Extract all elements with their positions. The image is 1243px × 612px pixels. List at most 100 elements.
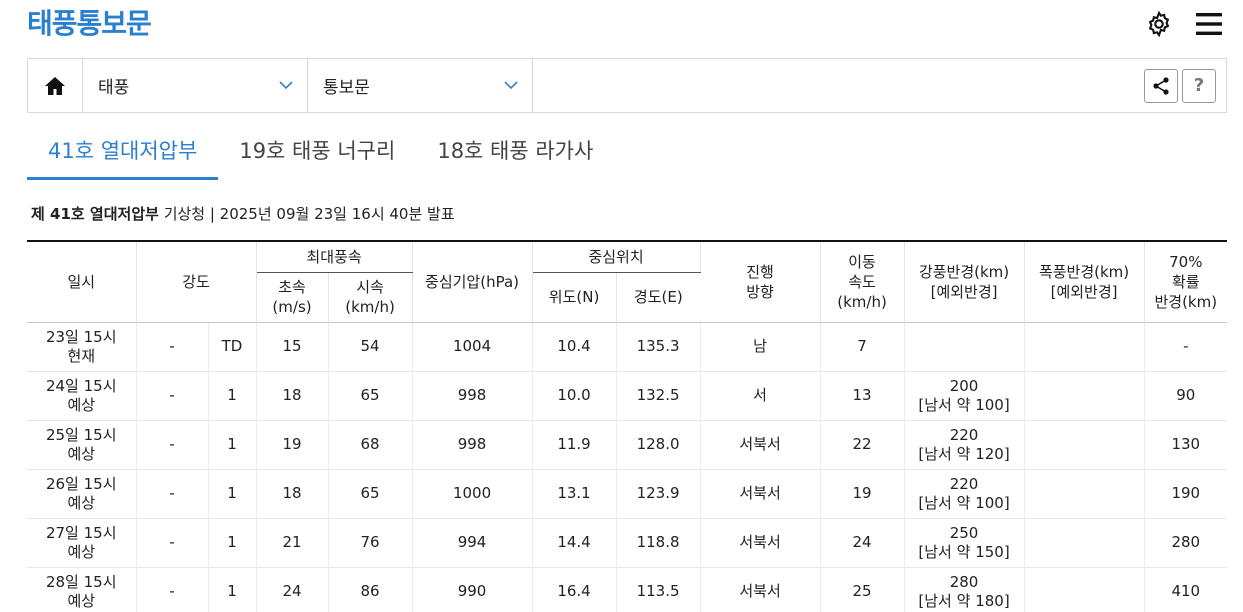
cell-direction: 서북서 bbox=[700, 420, 821, 470]
menu-button[interactable] bbox=[1193, 8, 1225, 40]
cell-size: - bbox=[136, 469, 209, 519]
cell-datetime: 28일 15시 예상 bbox=[27, 567, 137, 612]
cell-lon: 123.9 bbox=[616, 469, 701, 519]
cell-datetime: 25일 15시 예상 bbox=[27, 420, 137, 470]
cell-wind-ms: 18 bbox=[256, 469, 329, 519]
cell-probability: 90 bbox=[1144, 371, 1228, 421]
header-lat: 위도(N) bbox=[532, 272, 617, 323]
tab-18[interactable]: 18호 태풍 라가사 bbox=[416, 126, 614, 180]
cell-storm-radius bbox=[1024, 322, 1145, 372]
page-title: 태풍통보문 bbox=[27, 7, 152, 40]
cell-pressure: 998 bbox=[412, 371, 533, 421]
cell-wind-ms: 24 bbox=[256, 567, 329, 612]
cell-size: - bbox=[136, 322, 209, 372]
cell-direction: 서 bbox=[700, 371, 821, 421]
cell-grade: TD bbox=[208, 322, 257, 372]
cell-wind-kmh: 65 bbox=[328, 371, 413, 421]
cell-strong-radius: 200 [남서 약 100] bbox=[904, 371, 1025, 421]
table-row: 28일 15시 예상 -1 24 86 990 16.4 113.5 서북서 25 280 [남서 약… bbox=[27, 567, 1228, 612]
header-wind-ms: 초속 (m/s) bbox=[256, 272, 329, 323]
header-center: 중심위치 bbox=[532, 240, 701, 273]
cell-size: - bbox=[136, 371, 209, 421]
cell-lon: 128.0 bbox=[616, 420, 701, 470]
header-strong-radius: 강풍반경(km) [예외반경] bbox=[904, 240, 1025, 323]
cell-strong-radius: 220 [남서 약 120] bbox=[904, 420, 1025, 470]
cell-size: - bbox=[136, 518, 209, 568]
subcategory-select-value: 통보문 bbox=[323, 78, 370, 98]
cell-lon: 135.3 bbox=[616, 322, 701, 372]
cell-wind-ms: 21 bbox=[256, 518, 329, 568]
cell-lat: 14.4 bbox=[532, 518, 617, 568]
cell-wind-kmh: 76 bbox=[328, 518, 413, 568]
cell-probability: 190 bbox=[1144, 469, 1228, 519]
cell-direction: 남 bbox=[700, 322, 821, 372]
cell-grade: 1 bbox=[208, 371, 257, 421]
table-row: 23일 15시 현재 - TD 15 54 1004 10.4 135.3 남 7- bbox=[27, 322, 1228, 372]
header-probability: 70% 확률 반경(km) bbox=[1144, 240, 1228, 323]
chevron-down-icon bbox=[504, 81, 518, 90]
cell-storm-radius bbox=[1024, 567, 1145, 612]
cell-speed: 19 bbox=[820, 469, 905, 519]
nav-tools: ? bbox=[1144, 59, 1226, 112]
cell-probability: - bbox=[1144, 322, 1228, 372]
cell-pressure: 990 bbox=[412, 567, 533, 612]
header-max-wind: 최대풍속 bbox=[256, 240, 413, 273]
cell-probability: 280 bbox=[1144, 518, 1228, 568]
forecast-table-body: 23일 15시 현재 - TD 15 54 1004 10.4 135.3 남 7-24일 15시 예… bbox=[27, 322, 1228, 612]
table-row: 27일 15시 예상 -1 21 76 994 14.4 118.8 서북서 24 250 [남서 약… bbox=[27, 518, 1228, 568]
cell-lon: 113.5 bbox=[616, 567, 701, 612]
header-wind-kmh: 시속 (km/h) bbox=[328, 272, 413, 323]
cell-wind-kmh: 86 bbox=[328, 567, 413, 612]
cell-direction: 서북서 bbox=[700, 567, 821, 612]
cell-wind-ms: 15 bbox=[256, 322, 329, 372]
cell-size: - bbox=[136, 567, 209, 612]
cell-storm-radius bbox=[1024, 420, 1145, 470]
bulletin-info: 제 41호 열대저압부 기상청 | 2025년 09월 23일 16시 40분 … bbox=[31, 203, 455, 224]
cell-direction: 서북서 bbox=[700, 518, 821, 568]
cell-speed: 7 bbox=[820, 322, 905, 372]
nav-bar: 태풍 통보문 ? bbox=[27, 58, 1227, 113]
bulletin-name: 제 41호 열대저압부 bbox=[31, 205, 159, 223]
cell-strong-radius bbox=[904, 322, 1025, 372]
help-button[interactable]: ? bbox=[1182, 68, 1216, 103]
subcategory-select[interactable]: 통보문 bbox=[308, 59, 533, 112]
cell-lat: 16.4 bbox=[532, 567, 617, 612]
cell-grade: 1 bbox=[208, 420, 257, 470]
forecast-table: 일시 강도 최대풍속 중심기압(hPa) 중심위치 진행 방향 이동 속도 (km/h… bbox=[27, 240, 1228, 612]
chevron-down-icon bbox=[279, 81, 293, 90]
table-row: 25일 15시 예상 -1 19 68 998 11.9 128.0 서북서 22 220 [남서 약… bbox=[27, 420, 1228, 470]
cell-datetime: 23일 15시 현재 bbox=[27, 322, 137, 372]
cell-wind-ms: 19 bbox=[256, 420, 329, 470]
gear-icon bbox=[1148, 10, 1170, 38]
header-direction: 진행 방향 bbox=[700, 240, 821, 323]
cell-strong-radius: 250 [남서 약 150] bbox=[904, 518, 1025, 568]
cell-wind-ms: 18 bbox=[256, 371, 329, 421]
cell-grade: 1 bbox=[208, 567, 257, 612]
cell-datetime: 26일 15시 예상 bbox=[27, 469, 137, 519]
cell-pressure: 994 bbox=[412, 518, 533, 568]
tab-19[interactable]: 19호 태풍 너구리 bbox=[218, 126, 416, 180]
cell-lat: 13.1 bbox=[532, 469, 617, 519]
cell-pressure: 998 bbox=[412, 420, 533, 470]
share-button[interactable] bbox=[1144, 68, 1178, 103]
category-select[interactable]: 태풍 bbox=[83, 59, 308, 112]
hamburger-icon bbox=[1196, 13, 1222, 35]
cell-probability: 130 bbox=[1144, 420, 1228, 470]
cell-wind-kmh: 54 bbox=[328, 322, 413, 372]
cell-wind-kmh: 65 bbox=[328, 469, 413, 519]
cell-probability: 410 bbox=[1144, 567, 1228, 612]
cell-pressure: 1000 bbox=[412, 469, 533, 519]
header-pressure: 중심기압(hPa) bbox=[412, 240, 533, 323]
top-toolbar bbox=[1143, 8, 1225, 40]
bulletin-detail: 기상청 | 2025년 09월 23일 16시 40분 발표 bbox=[158, 205, 455, 223]
settings-button[interactable] bbox=[1143, 8, 1175, 40]
cell-wind-kmh: 68 bbox=[328, 420, 413, 470]
cell-storm-radius bbox=[1024, 371, 1145, 421]
cell-lat: 11.9 bbox=[532, 420, 617, 470]
cell-speed: 13 bbox=[820, 371, 905, 421]
home-button[interactable] bbox=[28, 59, 83, 112]
cell-grade: 1 bbox=[208, 469, 257, 519]
cell-speed: 25 bbox=[820, 567, 905, 612]
tab-41[interactable]: 41호 열대저압부 bbox=[27, 126, 219, 180]
